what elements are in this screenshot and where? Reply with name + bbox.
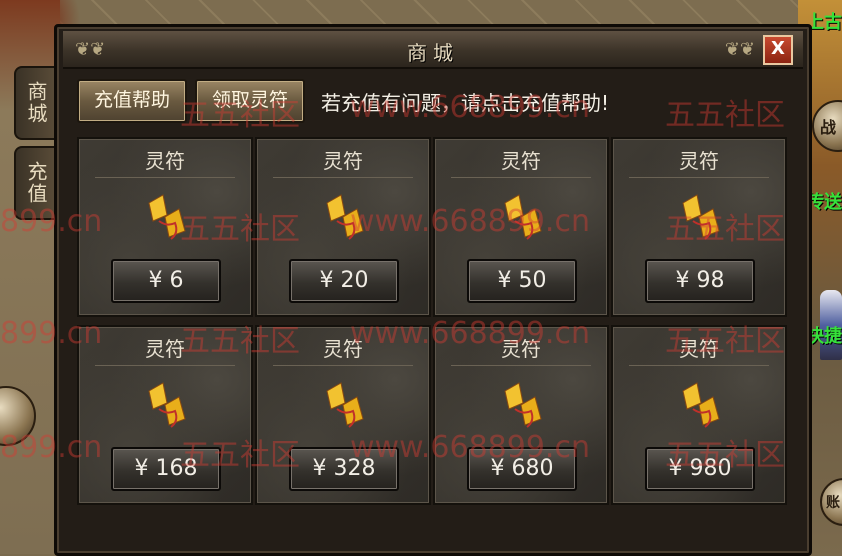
- talisman-icon: [326, 382, 364, 428]
- divider: [629, 365, 769, 366]
- product-name: 灵符: [323, 149, 363, 173]
- product-card[interactable]: 灵符 ¥ 50: [433, 137, 609, 317]
- product-name: 灵符: [145, 149, 185, 173]
- product-name: 灵符: [145, 337, 185, 361]
- battle-icon: 战: [820, 118, 837, 137]
- price-button[interactable]: ¥ 20: [289, 259, 399, 303]
- divider: [273, 177, 413, 178]
- recharge-help-button[interactable]: 充值帮助: [77, 79, 187, 123]
- product-name: 灵符: [679, 337, 719, 361]
- price-button[interactable]: ¥ 680: [467, 447, 577, 491]
- talisman-icon: [682, 382, 720, 428]
- product-name: 灵符: [323, 337, 363, 361]
- product-card[interactable]: 灵符 ¥ 20: [255, 137, 431, 317]
- talisman-icon: [148, 382, 186, 428]
- close-button[interactable]: X: [763, 35, 793, 65]
- divider: [629, 177, 769, 178]
- recharge-notice: 若充值有问题，请点击充值帮助!: [321, 91, 610, 115]
- account-icon: 账: [826, 495, 840, 511]
- product-card[interactable]: 灵符 ¥ 98: [611, 137, 787, 317]
- talisman-icon: [504, 382, 542, 428]
- price-button[interactable]: ¥ 980: [645, 447, 755, 491]
- product-card[interactable]: 灵符 ¥ 168: [77, 325, 253, 505]
- price-button[interactable]: ¥ 328: [289, 447, 399, 491]
- product-card[interactable]: 灵符 ¥ 680: [433, 325, 609, 505]
- window-title: 商城: [407, 41, 459, 65]
- product-card[interactable]: 灵符 ¥ 6: [77, 137, 253, 317]
- talisman-icon: [504, 194, 542, 240]
- price-button[interactable]: ¥ 168: [111, 447, 221, 491]
- divider: [95, 177, 235, 178]
- product-name: 灵符: [501, 337, 541, 361]
- ornament-right-icon: ❦❦: [724, 39, 755, 60]
- divider: [273, 365, 413, 366]
- tab-recharge[interactable]: 充值: [14, 146, 56, 220]
- price-button[interactable]: ¥ 50: [467, 259, 577, 303]
- divider: [95, 365, 235, 366]
- price-button[interactable]: ¥ 6: [111, 259, 221, 303]
- shop-window: ❦❦ 商城 ❦❦ X 充值帮助 领取灵符 若充值有问题，请点击充值帮助! 灵符 …: [54, 24, 812, 556]
- tab-shop[interactable]: 商城: [14, 66, 56, 140]
- divider: [451, 365, 591, 366]
- product-card[interactable]: 灵符 ¥ 980: [611, 325, 787, 505]
- talisman-icon: [682, 194, 720, 240]
- talisman-icon: [148, 194, 186, 240]
- divider: [451, 177, 591, 178]
- product-name: 灵符: [679, 149, 719, 173]
- window-titlebar: ❦❦ 商城 ❦❦ X: [63, 31, 803, 69]
- product-card[interactable]: 灵符 ¥ 328: [255, 325, 431, 505]
- talisman-icon: [326, 194, 364, 240]
- claim-talisman-button[interactable]: 领取灵符: [195, 79, 305, 123]
- price-button[interactable]: ¥ 98: [645, 259, 755, 303]
- product-name: 灵符: [501, 149, 541, 173]
